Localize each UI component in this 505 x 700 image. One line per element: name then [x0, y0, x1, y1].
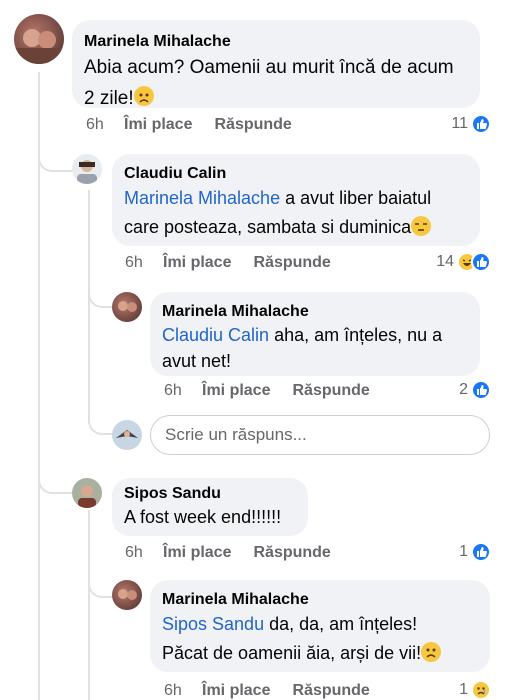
thread-connector [88, 560, 112, 598]
comment-bubble: Marinela Mihalache Claudiu Calin aha, am… [150, 292, 480, 376]
avatar[interactable] [72, 478, 102, 508]
reaction-count[interactable]: 11 [451, 114, 491, 134]
comment-author[interactable]: Claudiu Calin [124, 164, 468, 184]
comment-text-line: Păcat de oamenii ăia, arși de vii! [162, 643, 422, 663]
comment-text: Sipos Sandu da, da, am înțeles! Păcat de… [162, 610, 478, 668]
reply-button[interactable]: Răspunde [253, 254, 330, 272]
reaction-number: 1 [459, 543, 468, 560]
comment-text: Abia acum? Oamenii au murit încă de acum… [84, 52, 468, 114]
comment-time[interactable]: 6h [164, 382, 202, 400]
sad-face-icon [421, 642, 442, 662]
comment-actions: 6h Îmi place Răspunde [125, 544, 331, 562]
comment-time[interactable]: 6h [86, 116, 124, 134]
reply-input[interactable]: Scrie un răspuns... [150, 415, 490, 455]
current-user-avatar[interactable] [112, 420, 142, 450]
like-reaction-icon [471, 114, 491, 134]
comment-actions: 6h Îmi place Răspunde [86, 116, 292, 134]
comment-actions: 6h Îmi place Răspunde [125, 254, 331, 272]
comment-text-line: a avut liber baiatul [280, 188, 432, 208]
thread-line-nested [88, 190, 90, 422]
reaction-number: 1 [459, 681, 468, 698]
comment-time[interactable]: 6h [164, 682, 202, 700]
thread-connector [38, 120, 74, 172]
thread-connector [88, 395, 112, 435]
like-reaction-icon [471, 380, 491, 400]
reaction-count[interactable]: 2 [459, 380, 491, 400]
like-reaction-icon [471, 542, 491, 562]
avatar-photo-icon [118, 589, 137, 600]
like-button[interactable]: Îmi place [202, 382, 270, 400]
avatar[interactable] [14, 14, 64, 64]
reaction-count[interactable]: 1 [459, 542, 491, 562]
like-reaction-icon [471, 252, 491, 272]
reply-button[interactable]: Răspunde [292, 382, 369, 400]
comment-text: Claudiu Calin aha, am înțeles, nu a avut… [162, 322, 468, 374]
comment-author[interactable]: Marinela Mihalache [162, 302, 468, 322]
reaction-number: 14 [436, 253, 454, 270]
reply-button[interactable]: Răspunde [214, 116, 291, 134]
mention-link[interactable]: Marinela Mihalache [124, 188, 280, 208]
comment-text-line: Abia acum? Oamenii au murit încă de acum [84, 57, 454, 78]
thread-line-nested [88, 510, 90, 700]
avatar-photo-icon [77, 160, 97, 184]
thread-connector [38, 450, 74, 494]
comment-bubble: Marinela Mihalache Abia acum? Oamenii au… [72, 20, 480, 109]
comment-time[interactable]: 6h [125, 254, 163, 272]
thread-connector [88, 270, 112, 308]
comment-author[interactable]: Marinela Mihalache [84, 32, 468, 52]
avatar-photo-icon [78, 485, 96, 508]
mention-link[interactable]: Sipos Sandu [162, 614, 264, 634]
avatar-photo-icon [14, 29, 64, 64]
like-button[interactable]: Îmi place [124, 116, 192, 134]
avatar[interactable] [112, 292, 142, 322]
comment-text-line: A fost week end!!!!!! [124, 507, 282, 527]
comment-text-line: aha, am înțeles, nu a [269, 325, 443, 345]
comment-actions: 6h Îmi place Răspunde [164, 682, 370, 700]
like-button[interactable]: Îmi place [163, 544, 231, 562]
comment-text: Marinela Mihalache a avut liber baiatul … [124, 184, 468, 242]
comment-author[interactable]: Sipos Sandu [124, 484, 296, 504]
comment-bubble: Sipos Sandu A fost week end!!!!!! [112, 478, 308, 536]
comment-text: A fost week end!!!!!! [124, 504, 296, 530]
like-button[interactable]: Îmi place [163, 254, 231, 272]
comment-actions: 6h Îmi place Răspunde [164, 382, 370, 400]
unamused-face-icon [411, 216, 432, 236]
avatar[interactable] [72, 154, 102, 184]
like-button[interactable]: Îmi place [202, 682, 270, 700]
reaction-number: 2 [459, 381, 468, 398]
comment-text-line: avut net! [162, 351, 232, 371]
avatar[interactable] [112, 580, 142, 610]
reply-button[interactable]: Răspunde [253, 544, 330, 562]
comment-bubble: Claudiu Calin Marinela Mihalache a avut … [112, 154, 480, 246]
mention-link[interactable]: Claudiu Calin [162, 325, 269, 345]
reply-input-placeholder: Scrie un răspuns... [165, 425, 307, 444]
comment-text-line: da, da, am înțeles! [264, 614, 418, 634]
reaction-count[interactable]: 1 [459, 680, 491, 700]
comment-author[interactable]: Marinela Mihalache [162, 590, 478, 610]
reply-button[interactable]: Răspunde [292, 682, 369, 700]
sad-reaction-icon [471, 680, 491, 700]
avatar-photo-icon [116, 430, 138, 438]
comment-bubble: Marinela Mihalache Sipos Sandu da, da, a… [150, 580, 490, 672]
comment-text-line: 2 zile! [84, 88, 134, 109]
comment-text-line: care posteaza, sambata si duminica [124, 217, 412, 237]
avatar-photo-icon [118, 301, 137, 312]
reaction-count[interactable]: 14 [436, 252, 491, 272]
sad-face-icon [133, 86, 154, 106]
reaction-number: 11 [451, 115, 468, 132]
comment-time[interactable]: 6h [125, 544, 163, 562]
